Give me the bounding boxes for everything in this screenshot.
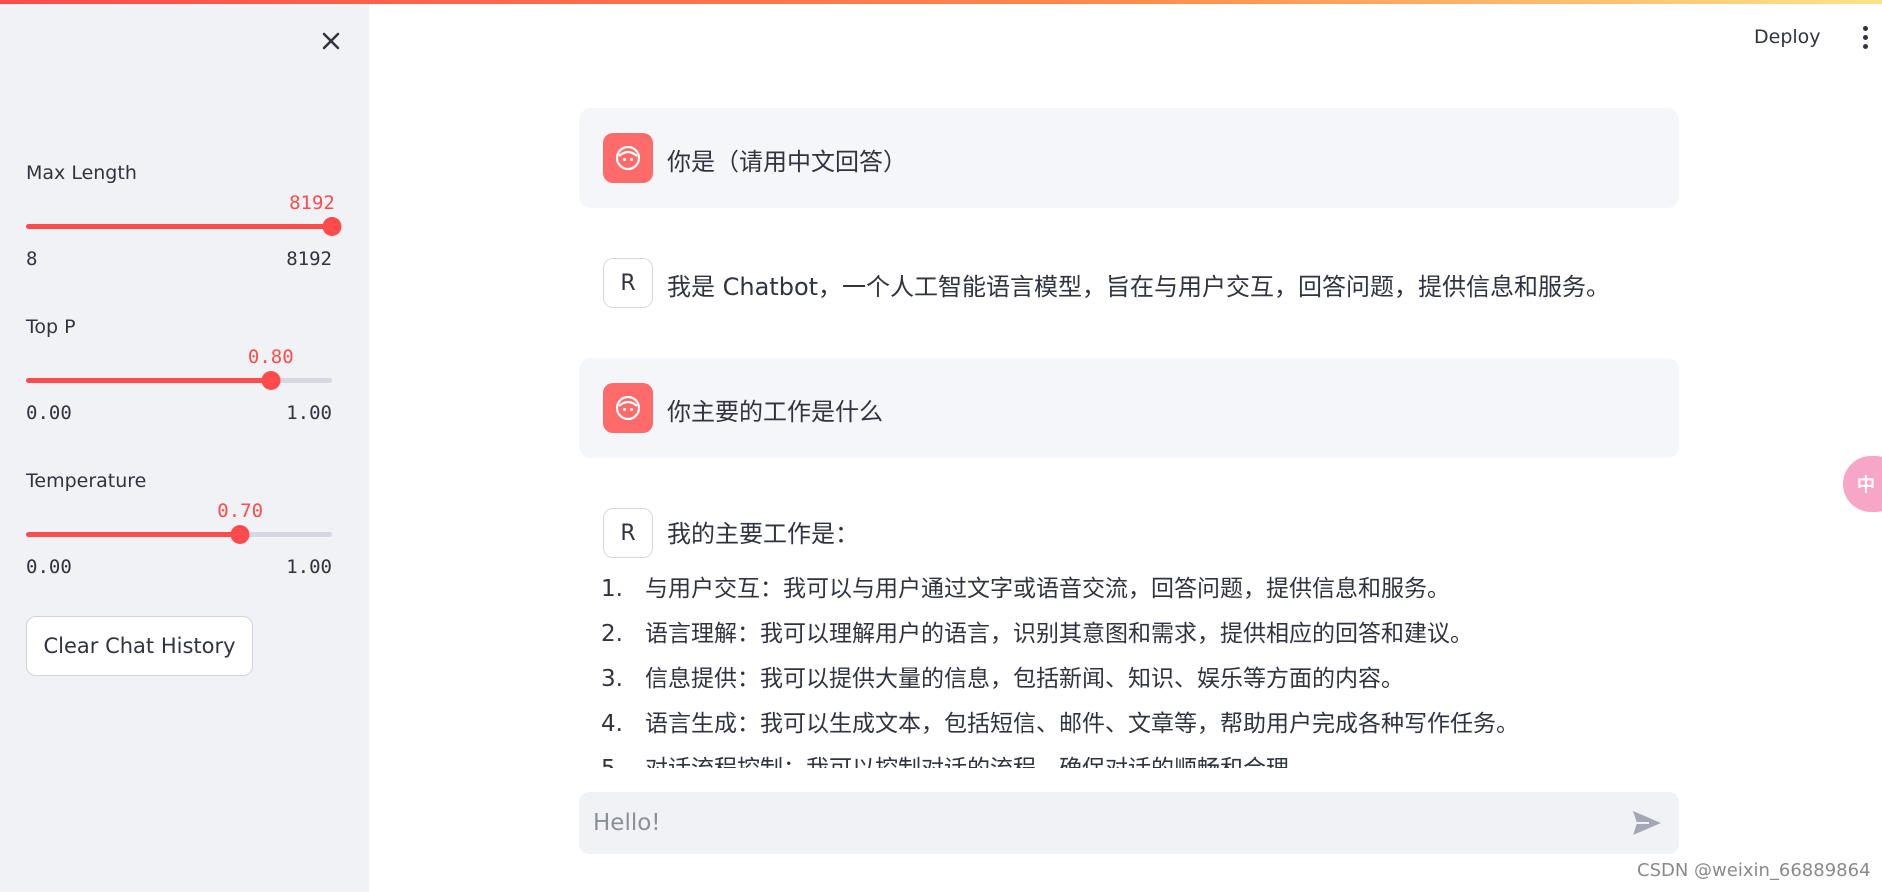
chat-message-user: 你主要的工作是什么 — [579, 358, 1679, 458]
answer-list: 1. 与用户交互：我可以与用户通过文字或语音交流，回答问题，提供信息和服务。 2.… — [579, 574, 1519, 768]
send-icon — [1633, 811, 1661, 835]
list-item: 4. 语言生成：我可以生成文本，包括短信、邮件、文章等，帮助用户完成各种写作任务。 — [601, 711, 1519, 737]
slider-thumb[interactable] — [322, 217, 342, 236]
list-item: 5.对话流程控制：我可以控制对话的流程，确保对话的顺畅和合理。 — [579, 754, 1519, 768]
slider-min-label: 0.00 — [26, 556, 72, 578]
close-icon — [322, 32, 340, 50]
list-item: 2. 语言理解：我可以理解用户的语言，识别其意图和需求，提供相应的回答和建议。 — [601, 621, 1473, 647]
chat-messages: 你是（请用中文回答） R 我是 Chatbot，一个人工智能语言模型，旨在与用户… — [579, 0, 1679, 768]
slider-min-label: 0.00 — [26, 402, 72, 424]
slider-current-value: 0.80 — [247, 346, 294, 368]
slider-track[interactable] — [26, 532, 332, 537]
clear-chat-history-button[interactable]: Clear Chat History — [26, 616, 253, 676]
slider-thumb[interactable] — [261, 371, 281, 390]
list-item: 1. 与用户交互：我可以与用户通过文字或语音交流，回答问题，提供信息和服务。 — [601, 576, 1450, 602]
message-text: 我是 Chatbot，一个人工智能语言模型，旨在与用户交互，回答问题，提供信息和… — [667, 273, 1611, 301]
slider-thumb[interactable] — [230, 525, 250, 544]
chat-message-user: 你是（请用中文回答） — [579, 108, 1679, 208]
floating-widget[interactable]: 中 — [1843, 456, 1882, 512]
user-face-icon — [603, 133, 653, 183]
slider-min-label: 8 — [26, 248, 38, 270]
send-button[interactable] — [1631, 808, 1663, 838]
slider-max-label: 1.00 — [286, 402, 332, 424]
deploy-button[interactable]: Deploy — [1754, 26, 1821, 48]
slider-track[interactable] — [26, 224, 332, 229]
slider-current-value: 0.70 — [217, 500, 264, 522]
chat-input[interactable] — [593, 804, 1593, 842]
slider-current-value: 8192 — [289, 192, 335, 214]
message-text: 你是（请用中文回答） — [667, 148, 907, 176]
slider-fill — [26, 532, 241, 537]
list-item: 3. 信息提供：我可以提供大量的信息，包括新闻、知识、娱乐等方面的内容。 — [601, 666, 1404, 692]
top-accent-bar — [0, 0, 1882, 4]
watermark: CSDN @weixin_66889864 — [1637, 860, 1871, 881]
slider-max-label: 8192 — [286, 248, 332, 270]
message-text: 我的主要工作是： — [667, 520, 859, 548]
more-vertical-icon[interactable] — [1858, 26, 1872, 52]
assistant-avatar: R — [603, 258, 653, 308]
slider-label: Max Length — [26, 162, 137, 184]
slider-label: Top P — [26, 316, 76, 338]
assistant-avatar: R — [603, 508, 653, 558]
user-face-icon — [603, 383, 653, 433]
slider-fill — [26, 378, 271, 383]
slider-max-label: 1.00 — [286, 556, 332, 578]
close-sidebar-button[interactable] — [316, 26, 346, 56]
chat-message-assistant: R 我的主要工作是： 1. 与用户交互：我可以与用户通过文字或语音交流，回答问题，… — [579, 508, 1679, 768]
sidebar: Max Length 8192 8 8192 Top P 0.80 0.00 1… — [0, 0, 369, 892]
chat-message-assistant: R 我是 Chatbot，一个人工智能语言模型，旨在与用户交互，回答问题，提供信… — [579, 258, 1679, 308]
slider-label: Temperature — [26, 470, 147, 492]
slider-track[interactable] — [26, 378, 332, 383]
chat-input-container — [579, 792, 1679, 854]
message-text: 你主要的工作是什么 — [667, 398, 883, 426]
slider-fill — [26, 224, 332, 229]
